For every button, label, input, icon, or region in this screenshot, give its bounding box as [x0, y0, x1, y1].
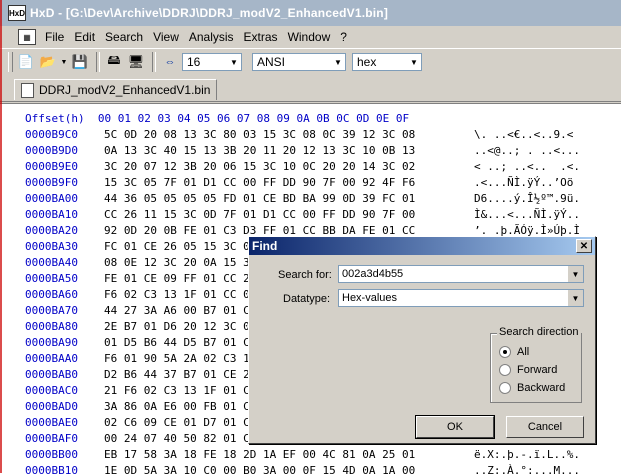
offset-cell[interactable]: 0000B9E0 [25, 160, 104, 176]
toolbar-grip[interactable] [8, 52, 13, 72]
hex-bytes[interactable]: CC 26 11 15 3C 0D 7F 01 D1 CC 00 FF DD 9… [104, 208, 474, 224]
toolbar-separator [152, 52, 156, 72]
radio-icon[interactable] [499, 364, 511, 376]
offset-cell[interactable]: 0000BAC0 [25, 384, 104, 400]
offset-cell[interactable]: 0000BAD0 [25, 400, 104, 416]
offset-cell[interactable]: 0000BB00 [25, 448, 104, 464]
bytes-per-row-icon: ⇔ [164, 56, 176, 68]
offset-cell[interactable]: 0000B9C0 [25, 128, 104, 144]
chevron-down-icon[interactable]: ▼ [567, 266, 583, 282]
hex-bytes[interactable]: 0A 13 3C 40 15 13 3B 20 11 20 12 13 3C 1… [104, 144, 474, 160]
direction-all-radio[interactable]: All [499, 346, 529, 358]
hex-row[interactable]: 0000BA00 44 36 05 05 05 05 FD 01 CE BD BA… [25, 192, 580, 208]
toolbar: 📄 📂 ▼ 💾 🖴 🖥 ⇔ 16 ▼ ANSI ▼ hex ▼ [0, 49, 621, 75]
hex-row[interactable]: 0000BA10 CC 26 11 15 3C 0D 7F 01 D1 CC 00… [25, 208, 580, 224]
text-column[interactable]: .<...ÑÌ.ÿÝ..’Oö [474, 176, 573, 192]
hex-column-header: Offset(h) 00 01 02 03 04 05 06 07 08 09 … [25, 112, 410, 125]
search-direction-label: Search direction [497, 326, 581, 338]
hex-row[interactable]: 0000B9D0 0A 13 3C 40 15 13 3B 20 11 20 12… [25, 144, 580, 160]
search-for-label: Search for: [278, 269, 332, 281]
direction-backward-radio[interactable]: Backward [499, 382, 565, 394]
datatype-select[interactable]: Hex-values ▼ [338, 289, 584, 307]
text-column[interactable]: ë.X:.þ.-.ï.L..%. [474, 448, 580, 464]
disk-icon[interactable]: 🖴 [104, 52, 124, 72]
red-margin-line [0, 0, 2, 473]
chevron-down-icon[interactable]: ▼ [331, 54, 345, 70]
offset-base-select[interactable]: hex ▼ [352, 53, 422, 71]
offset-cell[interactable]: 0000BA40 [25, 256, 104, 272]
hex-row[interactable]: 0000B9E0 3C 20 07 12 3B 20 06 15 3C 10 0C… [25, 160, 580, 176]
chevron-down-icon[interactable]: ▼ [227, 54, 241, 70]
text-column[interactable]: D6....ý.Î½º™.9ü. [474, 192, 580, 208]
close-icon[interactable]: ✕ [576, 239, 592, 253]
menu-edit[interactable]: Edit [69, 30, 100, 44]
hex-bytes[interactable]: EB 17 58 3A 18 FE 18 2D 1A EF 00 4C 81 0… [104, 448, 474, 464]
open-dropdown-icon[interactable]: ▼ [60, 52, 68, 72]
search-for-input[interactable]: 002a3d4b55 ▼ [338, 265, 584, 283]
chevron-down-icon[interactable]: ▼ [567, 290, 583, 306]
offset-cell[interactable]: 0000BA30 [25, 240, 104, 256]
find-dialog-titlebar: Find ✕ [249, 237, 595, 255]
hex-bytes[interactable]: 44 36 05 05 05 05 FD 01 CE BD BA 99 0D 3… [104, 192, 474, 208]
bytes-per-row-select[interactable]: 16 ▼ [182, 53, 242, 71]
document-menu-icon[interactable]: ▦ [18, 29, 36, 45]
offset-cell[interactable]: 0000BAE0 [25, 416, 104, 432]
text-column[interactable]: Ì&...<...ÑÌ.ÿÝ.. [474, 208, 580, 224]
offset-cell[interactable]: 0000BAF0 [25, 432, 104, 448]
save-icon[interactable]: 💾 [70, 52, 90, 72]
offset-cell[interactable]: 0000BA20 [25, 224, 104, 240]
hex-bytes[interactable]: 15 3C 05 7F 01 D1 CC 00 FF DD 90 7F 00 9… [104, 176, 474, 192]
tab-label: DDRJ_modV2_EnhancedV1.bin [39, 83, 211, 97]
offset-cell[interactable]: 0000B9D0 [25, 144, 104, 160]
offset-cell[interactable]: 0000BA90 [25, 336, 104, 352]
text-column[interactable]: \. ..<€..<..9.< [474, 128, 573, 144]
offset-cell[interactable]: 0000BA50 [25, 272, 104, 288]
menu-window[interactable]: Window [283, 30, 336, 44]
find-dialog: Find ✕ Search for: 002a3d4b55 ▼ Datatype… [248, 236, 596, 444]
datatype-label: Datatype: [283, 293, 331, 305]
radio-selected-icon[interactable] [499, 346, 511, 358]
tab-bar: DDRJ_modV2_EnhancedV1.bin [0, 77, 621, 102]
new-file-icon[interactable]: 📄 [16, 52, 36, 72]
hex-row[interactable]: 0000BB00 EB 17 58 3A 18 FE 18 2D 1A EF 00… [25, 448, 580, 464]
offset-cell[interactable]: 0000BAB0 [25, 368, 104, 384]
menu-search[interactable]: Search [100, 30, 148, 44]
cancel-button[interactable]: Cancel [506, 416, 584, 438]
hex-bytes[interactable]: 3C 20 07 12 3B 20 06 15 3C 10 0C 20 20 1… [104, 160, 474, 176]
chevron-down-icon[interactable]: ▼ [407, 54, 421, 70]
offset-cell[interactable]: 0000BAA0 [25, 352, 104, 368]
hxd-app-icon: HxD [8, 5, 26, 21]
toolbar-separator [96, 52, 100, 72]
memory-icon[interactable]: 🖥 [126, 52, 146, 72]
menu-bar: ▦ File Edit Search View Analysis Extras … [0, 26, 621, 49]
direction-forward-radio[interactable]: Forward [499, 364, 557, 376]
offset-cell[interactable]: 0000BA80 [25, 320, 104, 336]
offset-cell[interactable]: 0000BA70 [25, 304, 104, 320]
window-title: HxD - [G:\Dev\Archive\DDRJ\DDRJ_modV2_En… [30, 6, 389, 20]
file-icon [21, 82, 34, 98]
title-bar: HxD HxD - [G:\Dev\Archive\DDRJ\DDRJ_modV… [0, 0, 621, 26]
ok-button[interactable]: OK [415, 415, 495, 439]
radio-icon[interactable] [499, 382, 511, 394]
charset-select[interactable]: ANSI ▼ [252, 53, 346, 71]
tab-file[interactable]: DDRJ_modV2_EnhancedV1.bin [14, 79, 218, 100]
hex-row[interactable]: 0000B9F0 15 3C 05 7F 01 D1 CC 00 FF DD 90… [25, 176, 573, 192]
offset-cell[interactable]: 0000BA00 [25, 192, 104, 208]
open-folder-icon[interactable]: 📂 [38, 52, 58, 72]
menu-file[interactable]: File [40, 30, 69, 44]
menu-help[interactable]: ? [335, 30, 352, 44]
offset-cell[interactable]: 0000BA10 [25, 208, 104, 224]
find-dialog-title: Find [252, 239, 278, 253]
search-direction-group: Search direction All Forward Backward [490, 326, 582, 403]
menu-view[interactable]: View [148, 30, 184, 44]
menu-extras[interactable]: Extras [239, 30, 283, 44]
hex-bytes[interactable]: 5C 0D 20 08 13 3C 80 03 15 3C 08 0C 39 1… [104, 128, 474, 144]
offset-cell[interactable]: 0000BA60 [25, 288, 104, 304]
hex-row[interactable]: 0000B9C0 5C 0D 20 08 13 3C 80 03 15 3C 08… [25, 128, 573, 144]
text-column[interactable]: ..<@..; . ..<... [474, 144, 580, 160]
offset-cell[interactable]: 0000B9F0 [25, 176, 104, 192]
text-column[interactable]: < ..; ..<.. .<. [474, 160, 580, 176]
menu-analysis[interactable]: Analysis [184, 30, 239, 44]
